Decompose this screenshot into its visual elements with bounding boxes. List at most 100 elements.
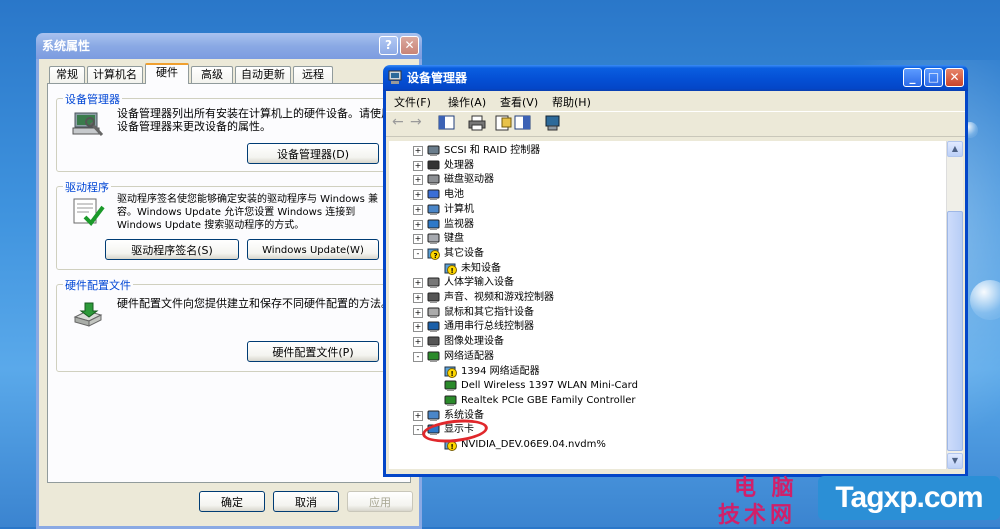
warning-device-icon: ! xyxy=(444,262,457,275)
tree-row[interactable]: -? 其它设备 xyxy=(389,246,944,261)
driver-signing-button[interactable]: 驱动程序签名(S) xyxy=(105,239,239,260)
expand-toggle[interactable]: + xyxy=(413,190,423,201)
hardware-profiles-button[interactable]: 硬件配置文件(P) xyxy=(247,341,379,362)
cancel-button[interactable]: 取消 xyxy=(273,491,339,512)
tab-remote[interactable]: 远程 xyxy=(293,66,333,83)
scroll-thumb[interactable] xyxy=(947,211,963,451)
tree-row[interactable]: Dell Wireless 1397 WLAN Mini-Card xyxy=(389,378,944,393)
collapse-toggle[interactable]: - xyxy=(413,248,423,259)
tree-row-label: 图像处理设备 xyxy=(444,336,504,348)
scsi-icon xyxy=(427,144,440,157)
tree-row[interactable]: + 键盘 xyxy=(389,231,944,246)
tree-row[interactable]: + 声音、视频和游戏控制器 xyxy=(389,290,944,305)
watermark-line-2: 技术网 xyxy=(718,502,797,528)
hardware-profiles-group: 硬件配置文件 硬件配置文件向您提供建立和保存不同硬件配置的方法。 硬件配置文件(… xyxy=(56,277,402,372)
vertical-scrollbar[interactable]: ▲ ▼ xyxy=(946,141,963,469)
expand-toggle[interactable]: + xyxy=(413,219,423,230)
driver-description: 驱动程序签名使您能够确定安装的驱动程序与 Windows 兼容。Windows … xyxy=(117,194,378,231)
svg-text:!: ! xyxy=(451,267,454,275)
tree-row[interactable]: + 电池 xyxy=(389,187,944,202)
disk-icon xyxy=(427,173,440,186)
collapse-toggle[interactable]: - xyxy=(413,351,423,362)
system-icon xyxy=(427,409,440,422)
expand-toggle[interactable]: + xyxy=(413,160,423,171)
tree-row[interactable]: + 鼠标和其它指针设备 xyxy=(389,305,944,320)
help-button[interactable]: ? xyxy=(379,36,398,55)
tab-hardware[interactable]: 硬件 xyxy=(145,63,189,84)
system-properties-window: 系统属性 ? ✕ 常规 计算机名 硬件 高级 自动更新 远程 设备管理器 设备管… xyxy=(36,33,422,529)
tree-row-label: 未知设备 xyxy=(461,262,501,274)
scroll-down-arrow[interactable]: ▼ xyxy=(947,453,963,469)
expand-toggle[interactable]: + xyxy=(413,410,423,421)
tree-row[interactable]: + 监视器 xyxy=(389,217,944,232)
scan-hardware-icon[interactable] xyxy=(544,115,562,131)
expand-toggle[interactable]: + xyxy=(413,307,423,318)
device-manager-description: 设备管理器列出所有安装在计算机上的硬件设备。请使用设备管理器来更改设备的属性。 xyxy=(117,107,392,133)
tree-row[interactable]: ! NVIDIA_DEV.06E9.04.nvdm% xyxy=(389,437,944,452)
tree-row[interactable]: + 通用串行总线控制器 xyxy=(389,319,944,334)
tab-general[interactable]: 常规 xyxy=(49,66,85,83)
system-properties-titlebar[interactable]: 系统属性 ? ✕ xyxy=(36,33,422,59)
menu-help[interactable]: 帮助(H) xyxy=(552,94,591,110)
tree-row[interactable]: + 处理器 xyxy=(389,158,944,173)
show-hide-tree-icon[interactable] xyxy=(438,115,456,131)
menu-view[interactable]: 查看(V) xyxy=(500,94,538,110)
close-button[interactable]: ✕ xyxy=(945,68,964,87)
help-panel-icon[interactable] xyxy=(514,115,532,131)
network-warning-icon: ! xyxy=(444,365,457,378)
minimize-button[interactable]: _ xyxy=(903,68,922,87)
properties-icon[interactable] xyxy=(494,115,512,131)
usb-icon xyxy=(427,320,440,333)
tree-row[interactable]: - 网络适配器 xyxy=(389,349,944,364)
tree-row[interactable]: Realtek PCIe GBE Family Controller xyxy=(389,393,944,408)
back-arrow-icon[interactable]: ← xyxy=(392,115,410,131)
device-manager-button[interactable]: 设备管理器(D) xyxy=(247,143,379,164)
tab-advanced[interactable]: 高级 xyxy=(191,66,233,83)
tree-row[interactable]: ! 1394 网络适配器 xyxy=(389,364,944,379)
computer-icon xyxy=(427,203,440,216)
scroll-up-arrow[interactable]: ▲ xyxy=(947,141,963,157)
tree-row[interactable]: + 计算机 xyxy=(389,202,944,217)
camera-icon xyxy=(427,335,440,348)
expand-toggle[interactable]: + xyxy=(413,322,423,333)
maximize-button[interactable]: □ xyxy=(924,68,943,87)
expand-toggle[interactable]: + xyxy=(413,278,423,289)
keyboard-icon xyxy=(427,232,440,245)
device-manager-icon xyxy=(72,112,104,137)
device-manager-titlebar[interactable]: 设备管理器 _ □ ✕ xyxy=(383,65,968,91)
tree-row[interactable]: + 磁盘驱动器 xyxy=(389,172,944,187)
toolbar: ← → xyxy=(386,112,965,137)
hid-icon xyxy=(427,276,440,289)
expand-toggle[interactable]: + xyxy=(413,293,423,303)
ok-button[interactable]: 确定 xyxy=(199,491,265,512)
tree-row-label: 磁盘驱动器 xyxy=(444,174,494,186)
apply-button[interactable]: 应用 xyxy=(347,491,413,512)
expand-toggle[interactable]: + xyxy=(413,175,423,186)
tree-row-label: Dell Wireless 1397 WLAN Mini-Card xyxy=(461,380,638,392)
menu-action[interactable]: 操作(A) xyxy=(448,94,486,110)
tab-computer-name[interactable]: 计算机名 xyxy=(87,66,143,83)
unknown-device-icon: ? xyxy=(427,247,440,260)
tree-row[interactable]: ! 未知设备 xyxy=(389,261,944,276)
tab-automatic-updates[interactable]: 自动更新 xyxy=(235,66,291,83)
tree-row[interactable]: + SCSI 和 RAID 控制器 xyxy=(389,143,944,158)
expand-toggle[interactable]: + xyxy=(413,337,423,348)
tree-row-label: SCSI 和 RAID 控制器 xyxy=(444,145,541,156)
mouse-icon xyxy=(427,306,440,319)
print-icon[interactable] xyxy=(468,115,486,131)
device-manager-group-title: 设备管理器 xyxy=(63,91,122,107)
expand-toggle[interactable]: + xyxy=(413,146,423,156)
expand-toggle[interactable]: + xyxy=(413,204,423,215)
windows-update-button[interactable]: Windows Update(W) xyxy=(247,239,379,260)
hardware-profiles-description: 硬件配置文件向您提供建立和保存不同硬件配置的方法。 xyxy=(117,297,392,310)
tree-row-label: 电池 xyxy=(444,189,464,201)
svg-text:!: ! xyxy=(451,443,454,451)
forward-arrow-icon[interactable]: → xyxy=(410,115,428,131)
device-manager-title-icon xyxy=(388,70,402,84)
menu-file[interactable]: 文件(F) xyxy=(394,94,431,110)
close-button[interactable]: ✕ xyxy=(400,36,419,55)
expand-toggle[interactable]: + xyxy=(413,234,423,245)
tree-row[interactable]: + 人体学输入设备 xyxy=(389,275,944,290)
cpu-icon xyxy=(427,159,440,172)
tree-row[interactable]: + 图像处理设备 xyxy=(389,334,944,349)
